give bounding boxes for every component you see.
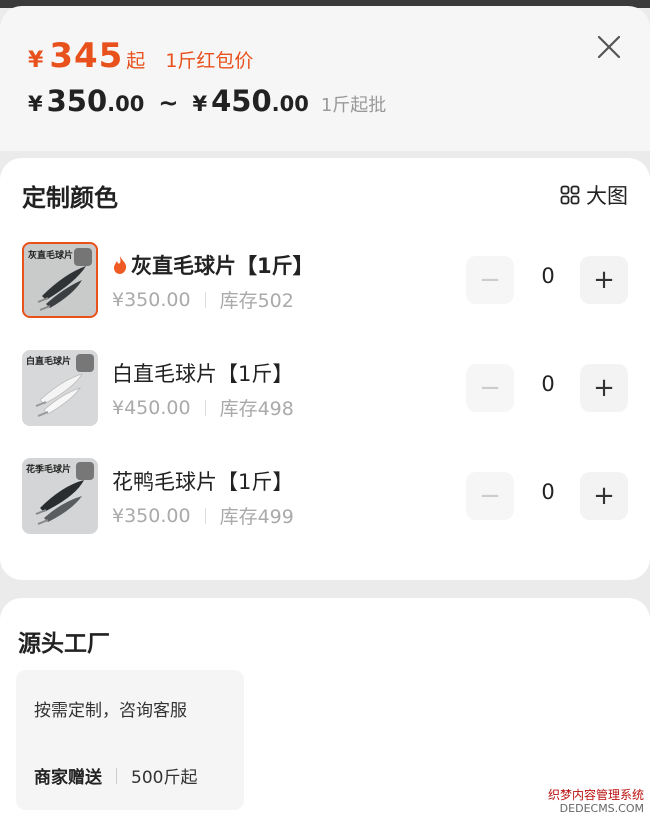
divider <box>116 767 117 784</box>
promo-note: 1斤红包价 <box>165 50 254 72</box>
zoom-icon <box>76 354 94 372</box>
sku-price: ¥350.00 <box>112 504 191 527</box>
range-high-int: 450 <box>211 84 272 118</box>
close-icon <box>597 35 621 59</box>
quantity-value[interactable]: 0 <box>523 480 573 504</box>
zoom-icon <box>74 248 92 266</box>
sku-item-duck[interactable]: 花季毛球片 花鸭毛球片【1斤】 ¥350.00 库存499 − 0 + <box>0 458 650 548</box>
gift-value: 500斤起 <box>131 768 198 788</box>
decrease-button[interactable]: − <box>466 472 514 520</box>
zoom-icon <box>76 462 94 480</box>
divider <box>204 291 206 308</box>
divider <box>204 507 206 524</box>
price-range: ¥ 350 .00 ~ ¥ 450 .00 1斤起批 <box>28 84 386 118</box>
sku-thumbnail[interactable]: 花季毛球片 <box>22 458 98 534</box>
sku-name: 灰直毛球片【1斤】 <box>112 250 314 280</box>
close-button[interactable] <box>592 30 626 64</box>
sku-name-text: 白直毛球片【1斤】 <box>112 362 294 386</box>
range-low-dec: .00 <box>107 92 145 116</box>
flame-icon <box>114 256 127 274</box>
sku-price: ¥450.00 <box>112 396 191 419</box>
big-view-label: 大图 <box>586 184 628 208</box>
gift-label: 商家赠送 <box>34 768 102 788</box>
range-note: 1斤起批 <box>320 95 387 116</box>
range-low-int: 350 <box>46 84 108 118</box>
sku-name: 花鸭毛球片【1斤】 <box>112 466 293 496</box>
section-title: 定制颜色 <box>22 184 118 212</box>
thumb-label: 花季毛球片 <box>26 465 72 475</box>
promo-suffix: 起 <box>126 50 146 72</box>
increase-button[interactable]: + <box>580 256 628 304</box>
thumb-label: 灰直毛球片 <box>28 251 74 261</box>
watermark: 织梦内容管理系统 DEDECMS.COM <box>540 788 644 816</box>
factory-title: 源头工厂 <box>18 631 110 657</box>
divider <box>204 399 206 416</box>
sku-item-white[interactable]: 白直毛球片 白直毛球片【1斤】 ¥450.00 库存498 − 0 + <box>0 350 650 440</box>
quantity-value[interactable]: 0 <box>523 264 573 288</box>
factory-info-box[interactable] <box>16 670 244 810</box>
decrease-button[interactable]: − <box>466 364 514 412</box>
big-view-button[interactable]: 大图 <box>560 180 628 210</box>
sku-meta: ¥350.00 库存502 <box>112 286 294 313</box>
decrease-button[interactable]: − <box>466 256 514 304</box>
increase-button[interactable]: + <box>580 472 628 520</box>
promo-currency: ¥ <box>28 48 44 73</box>
promo-price: ¥ 345 起 1斤红包价 <box>28 36 253 86</box>
promo-amount: 345 <box>49 36 124 76</box>
gift-row: 商家赠送 500斤起 <box>34 763 197 788</box>
watermark-line2: DEDECMS.COM <box>559 802 644 815</box>
watermark-line1: 织梦内容管理系统 <box>547 788 644 802</box>
grid-icon <box>560 185 580 205</box>
sku-stock: 库存498 <box>219 398 294 420</box>
sku-thumbnail[interactable]: 白直毛球片 <box>22 350 98 426</box>
range-currency-low: ¥ <box>28 92 43 116</box>
sku-name-text: 花鸭毛球片【1斤】 <box>112 470 294 494</box>
sku-meta: ¥450.00 库存498 <box>112 394 294 421</box>
sku-price: ¥350.00 <box>112 288 191 311</box>
sku-stock: 库存499 <box>219 506 294 528</box>
thumb-label: 白直毛球片 <box>26 357 72 367</box>
sku-thumbnail[interactable]: 灰直毛球片 <box>22 242 98 318</box>
range-tilde: ~ <box>158 89 179 117</box>
sku-name: 白直毛球片【1斤】 <box>112 358 293 388</box>
sku-name-text: 灰直毛球片【1斤】 <box>131 254 314 278</box>
sku-meta: ¥350.00 库存499 <box>112 502 294 529</box>
quantity-value[interactable]: 0 <box>523 372 573 396</box>
increase-button[interactable]: + <box>580 364 628 412</box>
sku-item-gray[interactable]: 灰直毛球片 灰直毛球片【1斤】 ¥350.00 库存502 − 0 + <box>0 242 650 332</box>
factory-description: 按需定制，咨询客服 <box>34 701 187 721</box>
range-high-dec: .00 <box>271 92 309 116</box>
sku-stock: 库存502 <box>219 290 294 312</box>
range-currency-high: ¥ <box>192 92 208 116</box>
